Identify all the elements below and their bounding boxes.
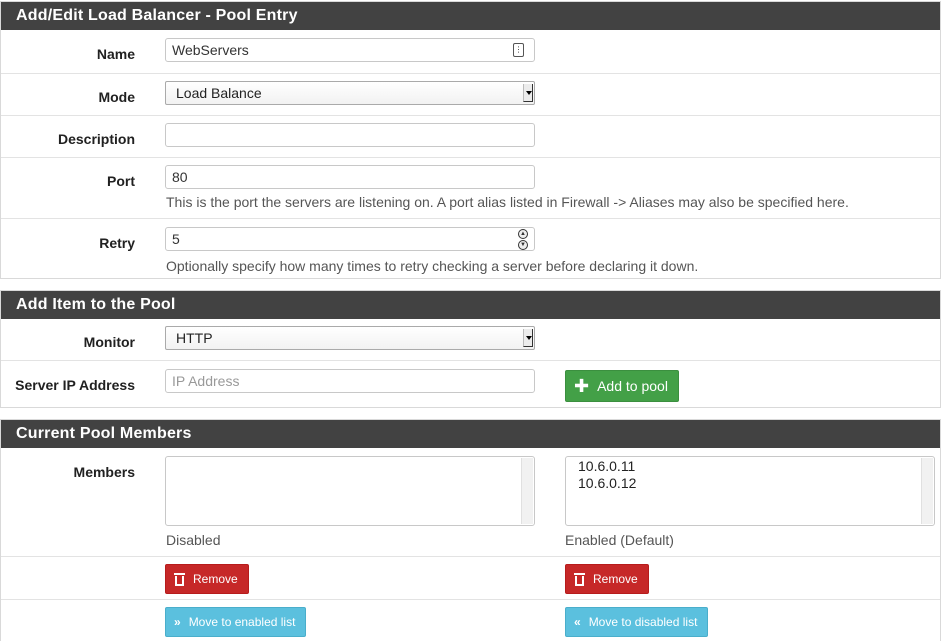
name-value: WebServers xyxy=(172,42,249,58)
disabled-members-options xyxy=(166,457,534,458)
mode-row: Mode Load Balance xyxy=(1,73,940,115)
add-item-panel: Add Item to the Pool Monitor HTTP Server… xyxy=(0,290,941,408)
spinner-down-icon[interactable]: ▼ xyxy=(518,240,528,250)
retry-spinner[interactable]: ▲ ▼ xyxy=(518,228,528,250)
name-label: Name xyxy=(96,46,135,62)
monitor-label: Monitor xyxy=(83,334,135,350)
move-to-enabled-label: Move to enabled list xyxy=(188,615,296,629)
mode-select[interactable]: Load Balance xyxy=(165,81,535,105)
retry-input[interactable]: 5 ▲ ▼ xyxy=(165,227,535,251)
server-ip-input[interactable]: IP Address xyxy=(165,369,535,393)
monitor-value: HTTP xyxy=(176,330,213,346)
move-to-disabled-label: Move to disabled list xyxy=(588,615,698,629)
remove-enabled-button[interactable]: Remove xyxy=(565,564,649,594)
monitor-select[interactable]: HTTP xyxy=(165,326,535,350)
enabled-list-scrollbar[interactable] xyxy=(921,458,933,524)
server-ip-placeholder: IP Address xyxy=(172,373,240,389)
add-item-heading: Add Item to the Pool xyxy=(1,291,940,319)
trash-icon xyxy=(574,572,585,586)
pool-entry-heading: Add/Edit Load Balancer - Pool Entry xyxy=(1,2,940,30)
add-to-pool-label: Add to pool xyxy=(597,378,668,394)
port-value: 80 xyxy=(172,169,188,185)
retry-help-text: Optionally specify how many times to ret… xyxy=(166,258,699,274)
members-heading: Current Pool Members xyxy=(1,420,940,448)
disabled-members-list[interactable] xyxy=(165,456,535,526)
retry-label: Retry xyxy=(99,235,135,251)
disabled-caption: Disabled xyxy=(166,532,221,548)
chevron-down-icon xyxy=(523,84,533,102)
add-to-pool-button[interactable]: ✚ Add to pool xyxy=(565,370,679,402)
member-option[interactable]: 10.6.0.12 xyxy=(566,475,934,492)
monitor-row: Monitor HTTP xyxy=(1,319,940,360)
members-panel: Current Pool Members Members Disabled 10… xyxy=(0,419,941,641)
members-label: Members xyxy=(73,464,135,480)
move-to-disabled-button[interactable]: « Move to disabled list xyxy=(565,607,709,637)
mode-label: Mode xyxy=(98,89,135,105)
port-label: Port xyxy=(107,173,135,189)
autofill-icon: ⋮ xyxy=(513,43,524,57)
double-chevron-left-icon: « xyxy=(574,615,581,629)
server-ip-row: Server IP Address IP Address ✚ Add to po… xyxy=(1,360,940,407)
mode-value: Load Balance xyxy=(176,85,262,101)
remove-row: Remove Remove xyxy=(1,556,940,599)
remove-enabled-label: Remove xyxy=(593,572,638,586)
members-row: Members Disabled 10.6.0.11 10.6.0.12 Enab… xyxy=(1,448,940,556)
name-input[interactable]: WebServers ⋮ xyxy=(165,38,535,62)
member-option[interactable]: 10.6.0.11 xyxy=(566,458,934,475)
disabled-list-scrollbar[interactable] xyxy=(521,458,533,524)
move-row: » Move to enabled list « Move to disable… xyxy=(1,599,940,641)
description-input[interactable] xyxy=(165,123,535,147)
enabled-members-options: 10.6.0.11 10.6.0.12 xyxy=(566,457,934,492)
description-label: Description xyxy=(57,131,135,147)
port-input[interactable]: 80 xyxy=(165,165,535,189)
retry-value: 5 xyxy=(172,231,180,247)
spinner-up-icon[interactable]: ▲ xyxy=(518,229,528,239)
name-row: Name WebServers ⋮ xyxy=(1,30,940,73)
double-chevron-right-icon: » xyxy=(174,615,181,629)
port-help-text: This is the port the servers are listeni… xyxy=(166,194,849,210)
port-row: Port 80 This is the port the servers are… xyxy=(1,157,940,218)
pool-entry-panel: Add/Edit Load Balancer - Pool Entry Name… xyxy=(0,1,941,279)
chevron-down-icon xyxy=(523,329,533,347)
server-ip-label: Server IP Address xyxy=(15,377,135,393)
enabled-members-list[interactable]: 10.6.0.11 10.6.0.12 xyxy=(565,456,935,526)
trash-icon xyxy=(174,572,185,586)
remove-disabled-button[interactable]: Remove xyxy=(165,564,249,594)
retry-row: Retry 5 ▲ ▼ Optionally specify how many … xyxy=(1,218,940,280)
remove-disabled-label: Remove xyxy=(193,572,238,586)
enabled-caption: Enabled (Default) xyxy=(565,532,674,548)
description-row: Description xyxy=(1,115,940,157)
plus-icon: ✚ xyxy=(574,376,590,396)
move-to-enabled-button[interactable]: » Move to enabled list xyxy=(165,607,307,637)
